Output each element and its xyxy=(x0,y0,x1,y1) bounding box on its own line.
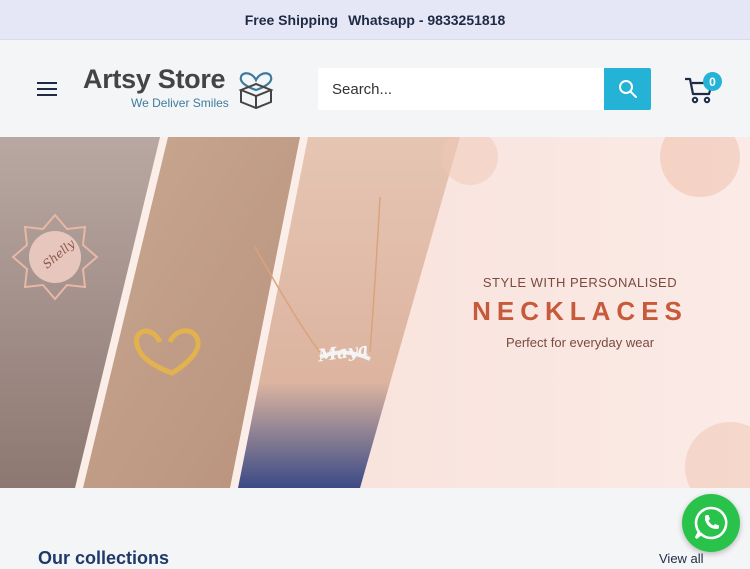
cart-count-badge: 0 xyxy=(703,72,722,91)
hero-eyebrow: STYLE WITH PERSONALISED xyxy=(482,275,678,290)
view-all-link[interactable]: View all xyxy=(659,551,704,566)
hero-text-block: STYLE WITH PERSONALISED NECKLACES Perfec… xyxy=(440,275,720,350)
logo-tagline: We Deliver Smiles xyxy=(131,96,229,110)
search-bar xyxy=(318,68,651,110)
free-shipping-text: Free Shipping xyxy=(244,11,339,28)
menu-icon[interactable] xyxy=(37,82,57,98)
announcement-bar: Free Shipping Whatsapp - 9833251818 xyxy=(0,0,750,40)
search-input[interactable] xyxy=(318,68,604,110)
whatsapp-icon xyxy=(694,506,728,540)
search-button[interactable] xyxy=(604,68,651,110)
hero-title: NECKLACES xyxy=(472,296,688,326)
hero-subtitle: Perfect for everyday wear xyxy=(505,335,655,350)
site-header: Artsy Store We Deliver Smiles 0 xyxy=(0,40,750,137)
logo-name: Artsy Store xyxy=(83,64,226,94)
store-logo[interactable]: Artsy Store We Deliver Smiles xyxy=(83,64,279,114)
section-title: Our collections xyxy=(38,548,170,568)
search-icon xyxy=(618,80,637,98)
whatsapp-contact-text[interactable]: Whatsapp - 9833251818 xyxy=(348,12,505,28)
gift-box-heart-icon xyxy=(238,72,274,110)
collections-section: Our collections View all xyxy=(0,488,750,568)
whatsapp-button[interactable] xyxy=(682,494,740,552)
hero-banner[interactable]: Shelly Maya STYLE WITH PERSONALISED NECK… xyxy=(0,137,750,488)
